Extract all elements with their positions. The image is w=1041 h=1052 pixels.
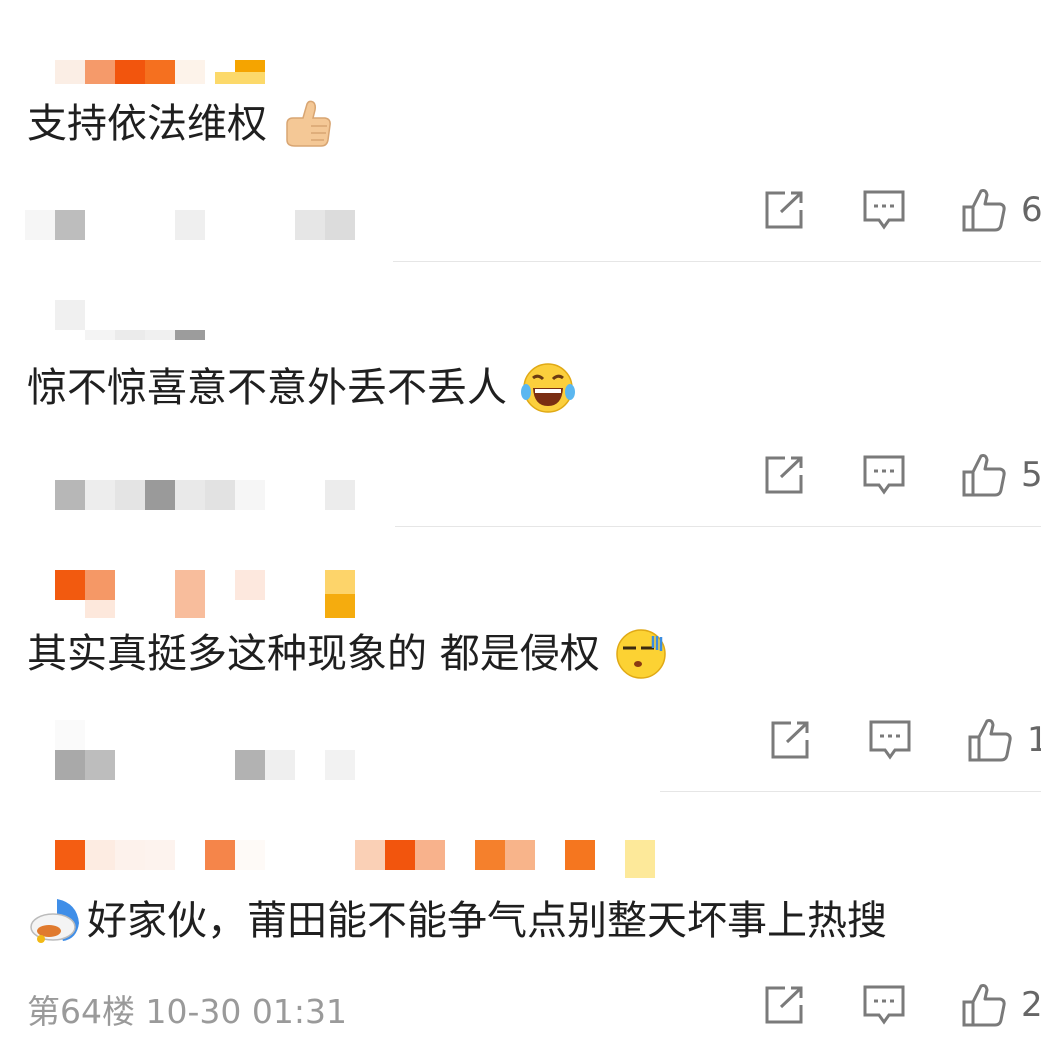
comment-icon	[863, 985, 905, 1025]
like-count: 5	[1021, 455, 1041, 495]
share-button[interactable]	[763, 445, 807, 505]
reply-button[interactable]	[862, 975, 906, 1035]
share-icon	[765, 191, 803, 229]
comment-text-body: 好家伙，莆田能不能争气点别整天坏事上热搜	[87, 898, 887, 944]
comment-text: 其实真挺多这种现象的 都是侵权	[27, 628, 666, 680]
comment-actions: 6	[711, 180, 1041, 240]
like-button[interactable]: 5	[961, 445, 1041, 505]
divider	[395, 526, 1041, 527]
like-button[interactable]: 1	[967, 710, 1041, 770]
comment-text-body: 其实真挺多这种现象的 都是侵权	[27, 631, 600, 677]
like-count: 2	[1021, 985, 1041, 1025]
divider	[660, 791, 1041, 792]
comment-icon	[863, 190, 905, 230]
share-button[interactable]	[769, 710, 813, 770]
comment-text: 支持依法维权	[27, 98, 333, 150]
like-count: 1	[1027, 720, 1041, 760]
divider	[393, 261, 1041, 262]
mascot-emoji-icon	[27, 895, 79, 947]
comment-text-body: 惊不惊喜意不意外丢不丢人	[27, 365, 507, 411]
reply-button[interactable]	[862, 445, 906, 505]
floor-timestamp: 第64楼 10-30 01:31	[27, 992, 347, 1031]
thumbs-up-icon	[962, 454, 1006, 497]
share-icon	[765, 986, 803, 1024]
share-icon	[765, 456, 803, 494]
comment-actions: 5	[711, 445, 1041, 505]
thumbs-up-icon	[962, 984, 1006, 1027]
share-button[interactable]	[763, 975, 807, 1035]
thumbs-up-icon	[968, 719, 1012, 762]
thumbs-up-emoji-icon	[281, 98, 333, 150]
comment-actions: 2	[711, 975, 1041, 1035]
laughing-tears-emoji-icon	[521, 362, 575, 414]
comment-text-body: 支持依法维权	[27, 101, 267, 147]
like-button[interactable]: 2	[961, 975, 1041, 1035]
awkward-face-emoji-icon	[614, 628, 666, 680]
thumbs-up-icon	[962, 189, 1006, 232]
reply-button[interactable]	[862, 180, 906, 240]
share-button[interactable]	[763, 180, 807, 240]
reply-button[interactable]	[868, 710, 912, 770]
comment-text: 惊不惊喜意不意外丢不丢人	[27, 362, 575, 414]
comment-actions: 1	[711, 710, 1041, 770]
comment-text: 好家伙，莆田能不能争气点别整天坏事上热搜	[27, 895, 887, 947]
like-count: 6	[1021, 190, 1041, 230]
comment-icon	[869, 720, 911, 760]
like-button[interactable]: 6	[961, 180, 1041, 240]
comment-icon	[863, 455, 905, 495]
share-icon	[771, 721, 809, 759]
